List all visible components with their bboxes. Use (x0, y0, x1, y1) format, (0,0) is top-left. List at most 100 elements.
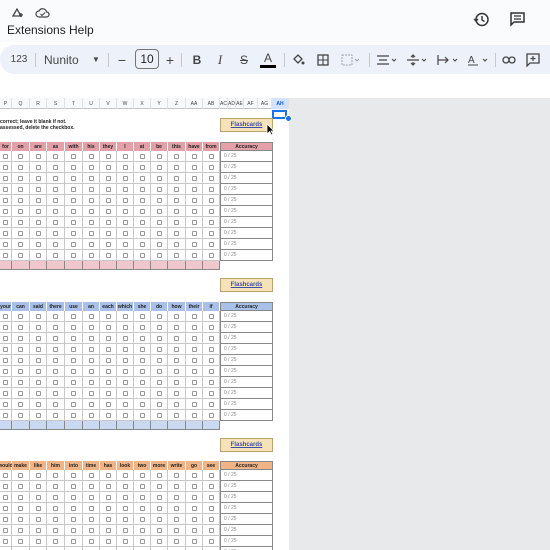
checkbox[interactable] (156, 483, 162, 489)
checkbox[interactable] (208, 483, 214, 489)
checkbox[interactable] (208, 505, 214, 511)
checkbox[interactable] (208, 494, 214, 500)
checkbox[interactable] (105, 516, 111, 522)
checkbox[interactable] (88, 230, 94, 236)
checkbox[interactable] (156, 186, 162, 192)
checkbox[interactable] (18, 186, 23, 192)
checkbox[interactable] (53, 516, 58, 522)
checkbox[interactable] (53, 505, 58, 511)
checkbox[interactable] (208, 412, 214, 418)
checkbox[interactable] (18, 505, 23, 511)
checkbox[interactable] (174, 483, 179, 489)
checkbox[interactable] (3, 538, 8, 544)
checkbox[interactable] (53, 324, 58, 330)
checkbox[interactable] (174, 505, 179, 511)
checkbox[interactable] (156, 219, 162, 225)
checkbox[interactable] (105, 153, 111, 159)
checkbox[interactable] (174, 153, 179, 159)
checkbox[interactable] (71, 401, 76, 407)
checkbox[interactable] (105, 241, 111, 247)
checkbox[interactable] (3, 483, 8, 489)
checkbox[interactable] (3, 164, 8, 170)
checkbox[interactable] (105, 538, 111, 544)
checkbox[interactable] (53, 346, 58, 352)
checkbox[interactable] (191, 313, 197, 319)
checkbox[interactable] (174, 241, 179, 247)
checkbox[interactable] (208, 175, 214, 181)
checkbox[interactable] (191, 357, 197, 363)
checkbox[interactable] (105, 494, 111, 500)
checkbox[interactable] (174, 219, 179, 225)
checkbox[interactable] (208, 241, 214, 247)
checkbox[interactable] (208, 379, 214, 385)
checkbox[interactable] (71, 346, 76, 352)
checkbox[interactable] (139, 538, 145, 544)
checkbox[interactable] (191, 175, 197, 181)
checkbox[interactable] (156, 538, 162, 544)
checkbox[interactable] (18, 527, 23, 533)
checkbox[interactable] (18, 313, 23, 319)
checkbox[interactable] (71, 241, 76, 247)
checkbox[interactable] (208, 208, 214, 214)
checkbox[interactable] (35, 208, 41, 214)
checkbox[interactable] (35, 483, 41, 489)
checkbox[interactable] (35, 219, 41, 225)
checkbox[interactable] (71, 313, 76, 319)
checkbox[interactable] (88, 241, 94, 247)
checkbox[interactable] (3, 379, 8, 385)
checkbox[interactable] (18, 390, 23, 396)
checkbox[interactable] (174, 230, 179, 236)
checkbox[interactable] (156, 324, 162, 330)
checkbox[interactable] (139, 208, 145, 214)
checkbox[interactable] (71, 252, 76, 258)
checkbox[interactable] (35, 346, 41, 352)
checkbox[interactable] (53, 527, 58, 533)
checkbox[interactable] (71, 527, 76, 533)
checkbox[interactable] (18, 230, 23, 236)
checkbox[interactable] (18, 241, 23, 247)
checkbox[interactable] (191, 390, 197, 396)
checkbox[interactable] (88, 324, 94, 330)
checkbox[interactable] (174, 494, 179, 500)
checkbox[interactable] (35, 390, 41, 396)
checkbox[interactable] (35, 313, 41, 319)
checkbox[interactable] (139, 494, 145, 500)
checkbox[interactable] (71, 230, 76, 236)
checkbox[interactable] (3, 368, 8, 374)
checkbox[interactable] (35, 197, 41, 203)
checkbox[interactable] (174, 164, 179, 170)
checkbox[interactable] (18, 175, 23, 181)
checkbox[interactable] (53, 357, 58, 363)
checkbox[interactable] (191, 472, 197, 478)
checkbox[interactable] (122, 379, 128, 385)
checkbox[interactable] (105, 527, 111, 533)
checkbox[interactable] (105, 335, 111, 341)
checkbox[interactable] (139, 324, 145, 330)
checkbox[interactable] (71, 494, 76, 500)
checkbox[interactable] (71, 324, 76, 330)
checkbox[interactable] (156, 472, 162, 478)
checkbox[interactable] (71, 164, 76, 170)
checkbox[interactable] (18, 357, 23, 363)
checkbox[interactable] (122, 241, 128, 247)
checkbox[interactable] (53, 219, 58, 225)
italic-button[interactable]: I (213, 45, 227, 74)
checkbox[interactable] (53, 164, 58, 170)
checkbox[interactable] (122, 538, 128, 544)
checkbox[interactable] (208, 368, 214, 374)
checkbox[interactable] (122, 412, 128, 418)
checkbox[interactable] (35, 230, 41, 236)
checkbox[interactable] (139, 153, 145, 159)
checkbox[interactable] (53, 252, 58, 258)
checkbox[interactable] (35, 505, 41, 511)
checkbox[interactable] (174, 357, 179, 363)
checkbox[interactable] (71, 219, 76, 225)
checkbox[interactable] (105, 346, 111, 352)
checkbox[interactable] (88, 505, 94, 511)
column-header-v[interactable]: V (100, 98, 117, 109)
spreadsheet-grid[interactable]: P Q R S T U V W X Y Z AA AB AC AD AE AF AG AH correct; lea… (0, 84, 550, 550)
column-header-ae[interactable]: AE (236, 98, 244, 109)
checkbox[interactable] (156, 527, 162, 533)
checkbox[interactable] (3, 412, 8, 418)
column-header-ad[interactable]: AD (228, 98, 236, 109)
